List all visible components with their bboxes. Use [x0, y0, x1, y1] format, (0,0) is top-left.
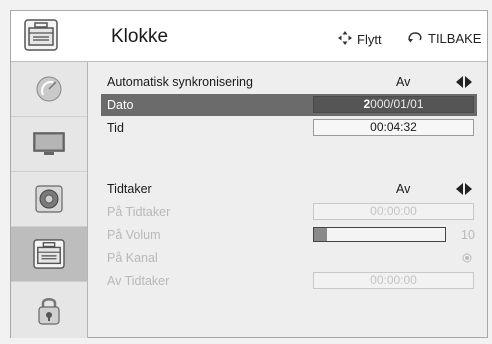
- off-timer-label: Av Tidtaker: [107, 274, 170, 288]
- auto-sync-label: Automatisk synkronisering: [107, 75, 253, 89]
- timer-label: Tidtaker: [107, 182, 152, 196]
- satellite-dish-icon: [34, 74, 64, 104]
- navigate-arrows-icon: [337, 30, 353, 49]
- sidebar-item-sound[interactable]: [11, 172, 87, 227]
- on-timer-field: 00:00:00: [313, 203, 474, 220]
- return-arrow-icon: [407, 30, 424, 47]
- time-row[interactable]: Tid 00:04:32: [101, 117, 477, 139]
- on-volume-row: På Volum 10: [101, 224, 477, 246]
- page-title: Klokke: [111, 26, 169, 47]
- toolbox-icon: [24, 19, 58, 51]
- off-timer-field: 00:00:00: [313, 272, 474, 289]
- sidebar-item-channels[interactable]: [11, 62, 87, 117]
- radio-indicator-icon: [462, 252, 472, 266]
- left-right-arrows-icon[interactable]: [456, 183, 472, 198]
- timer-value: Av: [396, 182, 411, 196]
- on-timer-row: På Tidtaker 00:00:00: [101, 201, 477, 223]
- time-field[interactable]: 00:04:32: [313, 119, 474, 136]
- sidebar-item-lock[interactable]: [11, 282, 87, 337]
- back-label: TILBAKE: [428, 31, 482, 46]
- date-field[interactable]: 2000/01/01: [313, 96, 474, 113]
- back-button[interactable]: TILBAKE: [407, 30, 481, 47]
- lock-icon: [36, 294, 62, 326]
- on-timer-label: På Tidtaker: [107, 205, 171, 219]
- move-hint: Flytt: [337, 30, 382, 49]
- date-label: Dato: [107, 98, 134, 112]
- date-value: 000/01/01: [370, 97, 424, 111]
- sidebar-item-setup[interactable]: [11, 227, 87, 282]
- toolbox-icon: [33, 239, 65, 269]
- on-volume-value: 10: [461, 228, 475, 242]
- auto-sync-row[interactable]: Automatisk synkronisering Av: [101, 71, 477, 93]
- move-hint-label: Flytt: [357, 32, 382, 47]
- tv-monitor-icon: [32, 130, 66, 158]
- off-timer-row: Av Tidtaker 00:00:00: [101, 270, 477, 292]
- on-channel-label: På Kanal: [107, 251, 158, 265]
- volume-bar: [313, 227, 446, 242]
- settings-window: Klokke Flytt TILBAKE Automatisk synkroni…: [10, 10, 488, 338]
- sidebar: [11, 62, 88, 338]
- settings-list: Automatisk synkronisering Av Dato 2000/0…: [101, 65, 491, 335]
- on-volume-label: På Volum: [107, 228, 161, 242]
- speaker-icon: [34, 184, 64, 214]
- date-row[interactable]: Dato 2000/01/01: [101, 94, 477, 116]
- sidebar-item-picture[interactable]: [11, 117, 87, 172]
- left-right-arrows-icon[interactable]: [456, 76, 472, 91]
- on-channel-row: På Kanal: [101, 247, 477, 269]
- time-label: Tid: [107, 121, 124, 135]
- timer-row[interactable]: Tidtaker Av: [101, 178, 477, 200]
- auto-sync-value: Av: [396, 75, 411, 89]
- volume-bar-fill: [314, 228, 328, 241]
- header: Klokke Flytt TILBAKE: [11, 11, 487, 62]
